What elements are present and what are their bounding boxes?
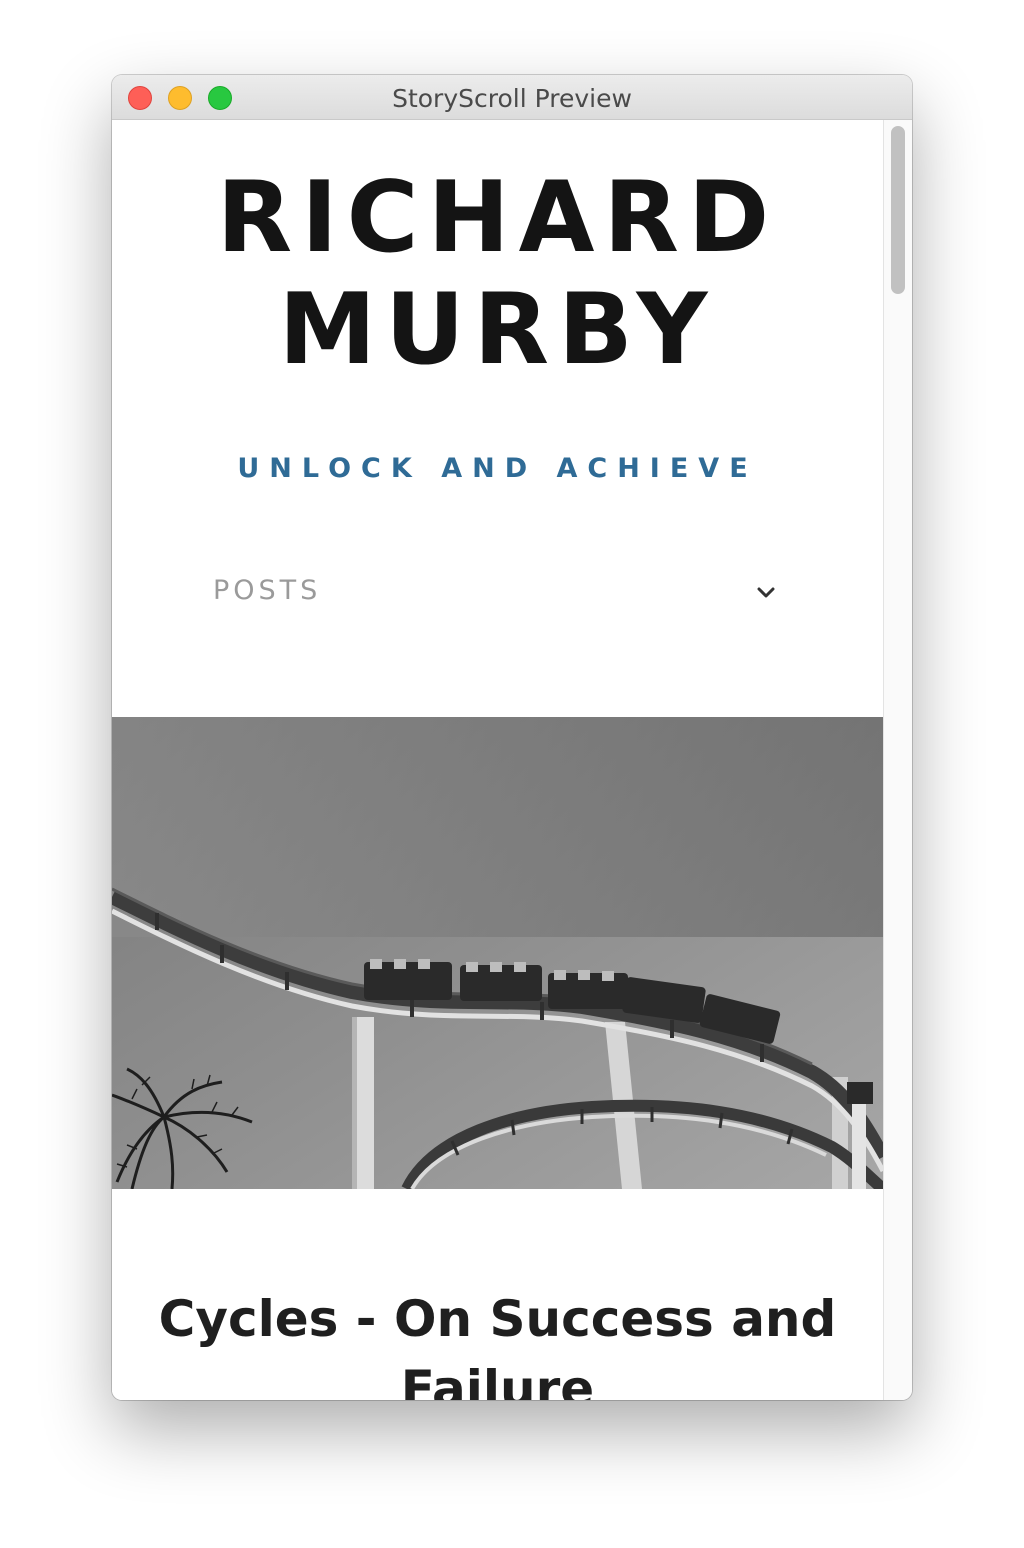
chevron-down-icon[interactable] — [754, 581, 778, 605]
nav-label: POSTS — [213, 575, 322, 606]
posts-nav-dropdown[interactable]: POSTS — [213, 575, 778, 611]
site-title-line-1: RICHARD — [216, 161, 779, 275]
vertical-scrollbar[interactable] — [883, 120, 912, 1400]
title-bar[interactable]: StoryScroll Preview — [112, 75, 912, 120]
window-title: StoryScroll Preview — [392, 84, 632, 113]
page-viewport[interactable]: RICHARD MURBY UNLOCK AND ACHIEVE POSTS C… — [112, 120, 883, 1400]
site-title[interactable]: RICHARD MURBY — [112, 162, 883, 386]
scrollbar-thumb[interactable] — [891, 126, 905, 294]
post-title[interactable]: Cycles - On Success and Failure — [152, 1284, 843, 1400]
site-tagline: UNLOCK AND ACHIEVE — [237, 453, 758, 484]
hero-image — [112, 717, 883, 1189]
app-window: StoryScroll Preview RICHARD MURBY UNLOCK… — [112, 75, 912, 1400]
site-title-line-2: MURBY — [278, 273, 717, 387]
